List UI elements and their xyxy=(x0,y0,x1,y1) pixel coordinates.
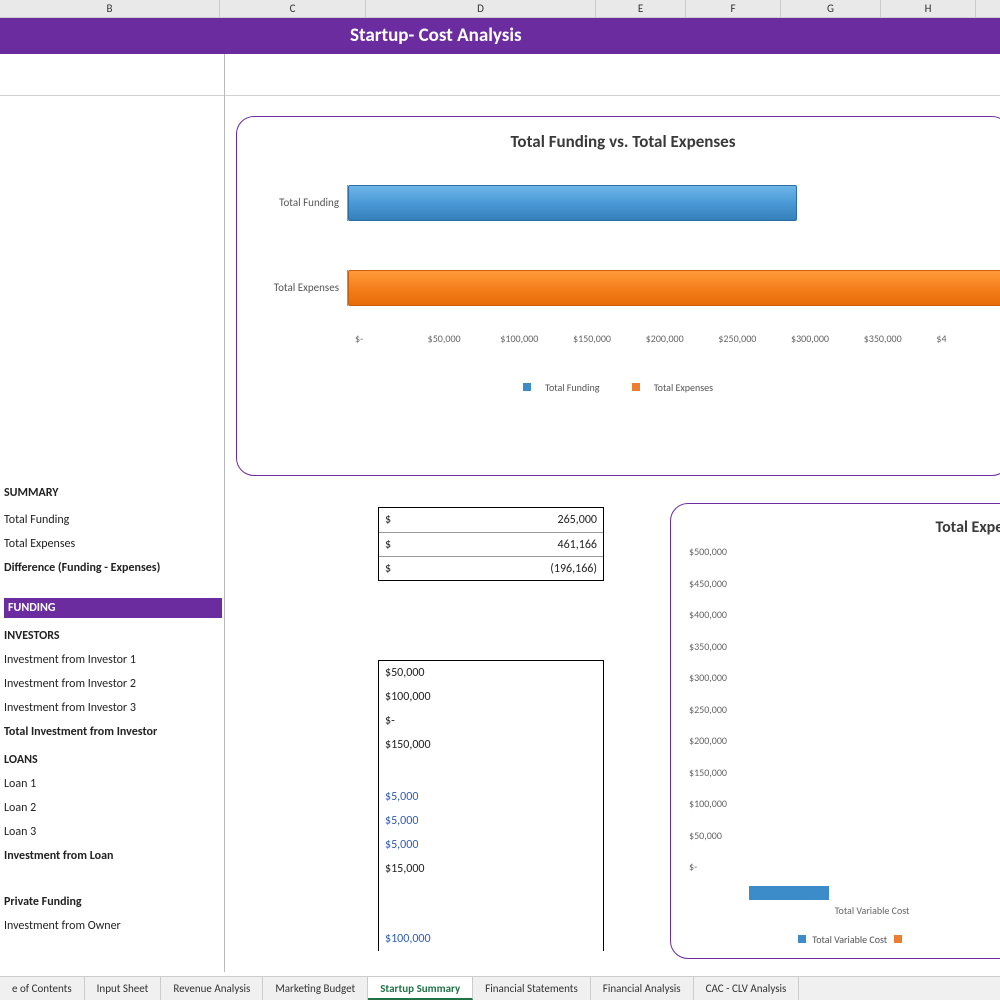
funding-section: FUNDING xyxy=(4,598,222,618)
page-title: Startup- Cost Analysis xyxy=(0,18,1000,54)
variable-cost-bar xyxy=(749,886,829,900)
summary-labels: SUMMARY Total Funding Total Expenses Dif… xyxy=(4,486,222,938)
summary-values: $265,000 $461,166 $(196,166) xyxy=(378,507,604,581)
col-B[interactable]: B xyxy=(0,0,220,17)
divider xyxy=(224,54,225,972)
funding-values: $50,000 $100,000 $- $150,000 $5,000 $5,0… xyxy=(378,660,604,951)
bar-label-expenses: Total Expenses xyxy=(237,281,347,294)
sheet-tab[interactable]: Revenue Analysis xyxy=(161,977,263,1000)
col-C[interactable]: C xyxy=(220,0,366,17)
funding-expenses-chart: Total Funding vs. Total Expenses Total F… xyxy=(236,116,1000,476)
bar-expenses xyxy=(348,270,1000,306)
divider xyxy=(0,95,1000,96)
bar-label-funding: Total Funding xyxy=(237,196,347,209)
chart-title: Total Funding vs. Total Expenses xyxy=(237,131,1000,152)
sheet-tab[interactable]: Input Sheet xyxy=(85,977,162,1000)
col-H[interactable]: H xyxy=(881,0,976,17)
sheet-tab[interactable]: CAC - CLV Analysis xyxy=(694,977,800,1000)
sheet-tabs: e of ContentsInput SheetRevenue Analysis… xyxy=(0,976,1000,1000)
col-G[interactable]: G xyxy=(781,0,881,17)
sheet-tab[interactable]: Financial Statements xyxy=(473,977,591,1000)
bar-funding xyxy=(348,185,797,221)
column-headers: B C D E F G H xyxy=(0,0,1000,18)
col-D[interactable]: D xyxy=(366,0,596,17)
col-E[interactable]: E xyxy=(596,0,686,17)
sheet-tab[interactable]: Startup Summary xyxy=(368,977,473,1000)
sheet-tab[interactable]: Financial Analysis xyxy=(591,977,694,1000)
sheet-tab[interactable]: Marketing Budget xyxy=(263,977,368,1000)
sheet-tab[interactable]: e of Contents xyxy=(0,977,85,1000)
expenses-chart: Total Exper $500,000 $450,000 $400,000 $… xyxy=(670,503,1000,959)
chart-legend: Total Funding Total Expenses xyxy=(237,381,1000,394)
x-axis-ticks: $- $50,000 $100,000 $150,000 $200,000 $2… xyxy=(355,332,1000,345)
col-F[interactable]: F xyxy=(686,0,781,17)
